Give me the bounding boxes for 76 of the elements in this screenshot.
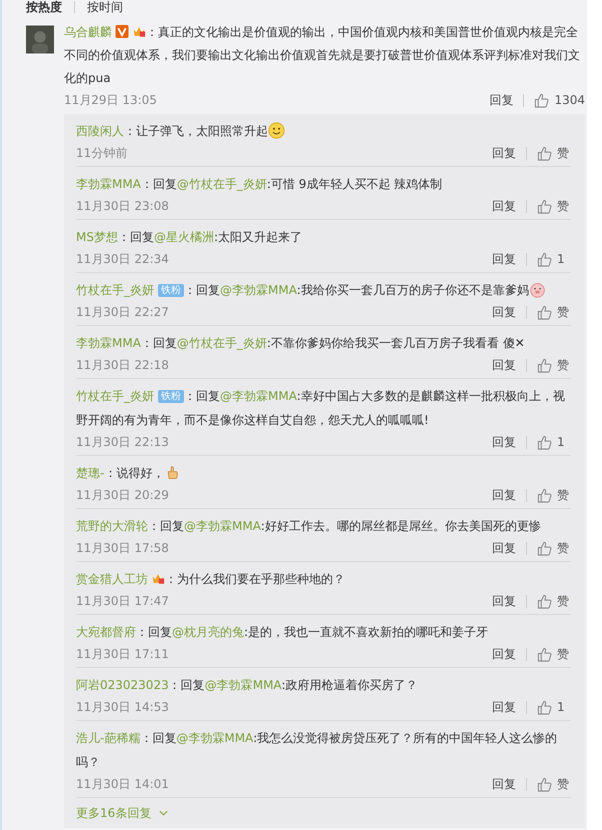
chevron-down-icon[interactable] [159,810,168,816]
like-count[interactable]: 赞 [557,356,571,374]
sort-tab[interactable]: 按时间 [83,0,127,16]
comment-text: 乌合麒麟 ：真正的文化输出是价值观的输出，中国价值观内核和美国普世价值观内核是完全不同的价值观体系，我们要输出文化输出价值观首先就是要打破普世价值观体系评判标准对我们文化的pua [64,24,581,87]
reply-link[interactable]: 回复 [492,304,516,320]
like-count[interactable]: 1 [557,435,571,449]
like-count[interactable]: 赞 [557,304,571,320]
like-count[interactable]: 赞 [557,776,571,792]
like-count[interactable]: 赞 [557,144,571,162]
reply-time: 11月30日 22:34 [76,250,169,268]
reply-text: 西陵闲人：让子弹飞，太阳照常升起 [76,119,571,143]
like-count[interactable]: 1304 [554,93,585,107]
reply-time: 11分钟前 [76,144,128,162]
thumbs-up-icon[interactable] [537,434,552,450]
like-count[interactable]: 1 [557,252,571,266]
reply-text: 李勃霖MMA：回复@竹杖在手_炎妍:不靠你爹妈你给我买一套几百万房子我看看 傻✕ [76,335,526,352]
thumbs-up-icon[interactable] [537,252,552,266]
reply-text: 楚璁-：说得好， [76,461,571,485]
reply-link[interactable]: 回复 [492,198,516,214]
reply-link[interactable]: 回复 [492,356,516,374]
like-count[interactable]: 赞 [557,486,571,504]
reply-text: 浩儿-葩稀糯：回复@李勃霖MMA:我怎么没觉得被房贷压死了？所有的中国年轻人这么惨的吗？ [76,730,558,771]
thumbs-up-icon[interactable] [537,358,552,372]
pig-icon [528,281,546,298]
reply-time: 11月30日 23:08 [76,198,169,214]
reply-time: 11月30日 17:47 [76,592,169,610]
reply-text: 赏金猎人工坊 ：为什么我们要在乎那些种地的？ [76,571,346,588]
like-count[interactable]: 赞 [557,540,571,556]
thumbs-up-icon[interactable] [537,488,552,502]
reply-text: 荒野的大滑轮：回复@李勃霖MMA:好好工作去。哪的屌丝都是屌丝。你去美国死的更惨 [76,518,542,535]
reply-time: 11月30日 20:29 [76,486,169,504]
reply-text: 大宛都督府：回复@枕月亮的兔:是的，我也一直就不喜欢新拍的哪吒和姜子牙 [76,624,490,641]
thumbs-up-icon[interactable] [537,304,552,320]
reply-link[interactable]: 回复 [492,144,516,162]
reply-link[interactable]: 回复 [492,698,516,716]
reply-text: 竹杖在手_炎妍 铁粉 ：回复@李勃霖MMA:我给你买一套几百万的房子你还不是靠爹妈 [76,278,571,302]
reply-time: 11月30日 14:01 [76,776,169,792]
reply-link[interactable]: 回复 [492,434,516,450]
smiley-icon [268,122,285,139]
thumbs-up-icon[interactable] [537,776,552,792]
reply-time: 11月30日 22:13 [76,434,169,450]
thumbs-up-icon[interactable] [534,92,550,108]
crown-icon [151,572,165,585]
reply-time: 11月30日 22:18 [76,356,169,374]
reply-time: 11月30日 22:27 [76,304,169,320]
like-count[interactable]: 赞 [557,592,571,610]
reply-time: 11月30日 14:53 [76,698,169,716]
reply-link[interactable]: 回复 [492,776,516,792]
reply-link[interactable]: 回复 [492,486,516,504]
like-count[interactable]: 赞 [557,646,571,662]
fan-badge: 铁粉 [158,284,184,297]
avatar[interactable] [26,24,54,55]
reply-link[interactable]: 回复 [492,592,516,610]
reply-text: 竹杖在手_炎妍 铁粉 ：回复@李勃霖MMA:幸好中国占大多数的是麒麟这样一批积极向上，视野开阔的有为青年，而不是像你这样自艾自怨，怨天尤人的呱呱呱! [76,388,566,429]
reply-time: 11月30日 17:58 [76,540,169,556]
reply-text: 李勃霖MMA：回复@竹杖在手_炎妍:可惜 9成年轻人买不起 辣鸡体制 [76,176,444,193]
reply-text: MS梦想：回复@星火橘洲:太阳又升起来了 [76,229,304,246]
thumbs-up-icon[interactable] [537,146,552,160]
fan-badge: 铁粉 [158,390,184,403]
thumbs-up-icon[interactable] [537,198,552,214]
reply-link[interactable]: 回复 [489,92,514,108]
reply-link[interactable]: 回复 [492,250,516,268]
verified-icon [115,25,129,38]
thumbs-up-icon[interactable] [537,540,552,556]
reply-time: 11月30日 17:11 [76,646,169,662]
thumbs-up-icon[interactable] [537,594,552,608]
thumbs-up-icon[interactable] [537,700,552,714]
reply-link[interactable]: 回复 [492,540,516,556]
reply-link[interactable]: 回复 [492,646,516,662]
thumbs-up-icon[interactable] [537,646,552,662]
sort-tab[interactable]: 按热度 [22,0,66,16]
comment-time: 11月29日 13:05 [64,92,157,108]
reply-text: 阿岩023023023：回复@李勃霖MMA:政府用枪逼着你买房了？ [76,677,418,694]
crown-icon [132,25,146,38]
like-count[interactable]: 1 [557,700,571,714]
like-count[interactable]: 赞 [557,198,571,214]
